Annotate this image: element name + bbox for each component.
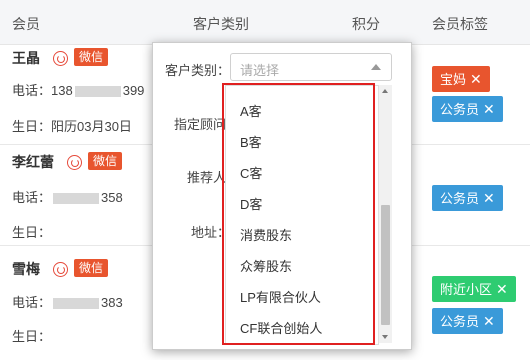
customer-type-select[interactable]: 请选择 xyxy=(230,53,392,81)
column-header-member: 会员 xyxy=(12,16,40,32)
caret-up-icon xyxy=(371,64,381,70)
customer-type-label: 客户类别： xyxy=(165,63,231,78)
phone-field: 电话：138 399 xyxy=(12,83,145,98)
headset-icon xyxy=(53,262,68,277)
headset-icon xyxy=(53,51,68,66)
customer-type-dropdown: A客 B客 C客 D客 消费股东 众筹股东 LP有限合伙人 CF联合创始人 xyxy=(225,85,379,345)
member-name: 王晶 xyxy=(12,50,40,66)
column-header-customer-type: 客户类别 xyxy=(193,16,249,32)
table-header: 会员 客户类别 积分 会员标签 xyxy=(0,0,530,45)
dropdown-option-c[interactable]: C客 xyxy=(240,163,262,182)
phone-field: 电话： 358 xyxy=(12,190,123,205)
dropdown-option-cf[interactable]: CF联合创始人 xyxy=(240,318,322,337)
member-name: 雪梅 xyxy=(12,261,40,277)
customer-type-popup: 客户类别： 请选择 指定顾问 推荐人 地址： A客 B客 C客 D客 消费股东 … xyxy=(152,42,412,350)
scrollbar-thumb[interactable] xyxy=(381,205,390,325)
column-header-member-tags: 会员标签 xyxy=(432,16,488,32)
dropdown-option-d[interactable]: D客 xyxy=(240,194,262,213)
remove-tag-icon[interactable]: ✕ xyxy=(496,281,508,297)
birthday-field: 生日： xyxy=(12,329,52,344)
tag-nearby-community[interactable]: 附近小区 ✕ xyxy=(432,276,516,302)
tag-civil-servant[interactable]: 公务员 ✕ xyxy=(432,185,503,211)
birthday-field: 生日：阳历03月30日 xyxy=(12,119,132,134)
wechat-badge: 微信 xyxy=(74,48,109,66)
headset-icon xyxy=(67,155,82,170)
member-name: 李红蕾 xyxy=(12,154,54,170)
dropdown-option-lp[interactable]: LP有限合伙人 xyxy=(240,287,321,306)
remove-tag-icon[interactable]: ✕ xyxy=(483,190,495,206)
advisor-label: 指定顾问 xyxy=(174,117,227,132)
tag-civil-servant[interactable]: 公务员 ✕ xyxy=(432,96,503,122)
dropdown-option-a[interactable]: A客 xyxy=(240,101,262,120)
phone-field: 电话： 383 xyxy=(12,295,123,310)
dropdown-option-consumer-shareholder[interactable]: 消费股东 xyxy=(240,225,292,244)
tag-baoma[interactable]: 宝妈 ✕ xyxy=(432,66,490,92)
dropdown-option-b[interactable]: B客 xyxy=(240,132,262,151)
dropdown-scrollbar[interactable] xyxy=(378,85,392,343)
select-placeholder: 请选择 xyxy=(240,63,280,78)
wechat-badge: 微信 xyxy=(74,259,109,277)
remove-tag-icon[interactable]: ✕ xyxy=(483,313,495,329)
remove-tag-icon[interactable]: ✕ xyxy=(470,71,482,87)
scroll-down-icon[interactable] xyxy=(382,335,388,339)
column-header-points: 积分 xyxy=(352,16,380,32)
wechat-badge: 微信 xyxy=(88,152,123,170)
scroll-up-icon[interactable] xyxy=(382,89,388,93)
referrer-label: 推荐人 xyxy=(187,170,227,185)
remove-tag-icon[interactable]: ✕ xyxy=(483,101,495,117)
birthday-field: 生日： xyxy=(12,225,52,240)
dropdown-option-crowdfunding-shareholder[interactable]: 众筹股东 xyxy=(240,256,292,275)
tag-civil-servant[interactable]: 公务员 ✕ xyxy=(432,308,503,334)
